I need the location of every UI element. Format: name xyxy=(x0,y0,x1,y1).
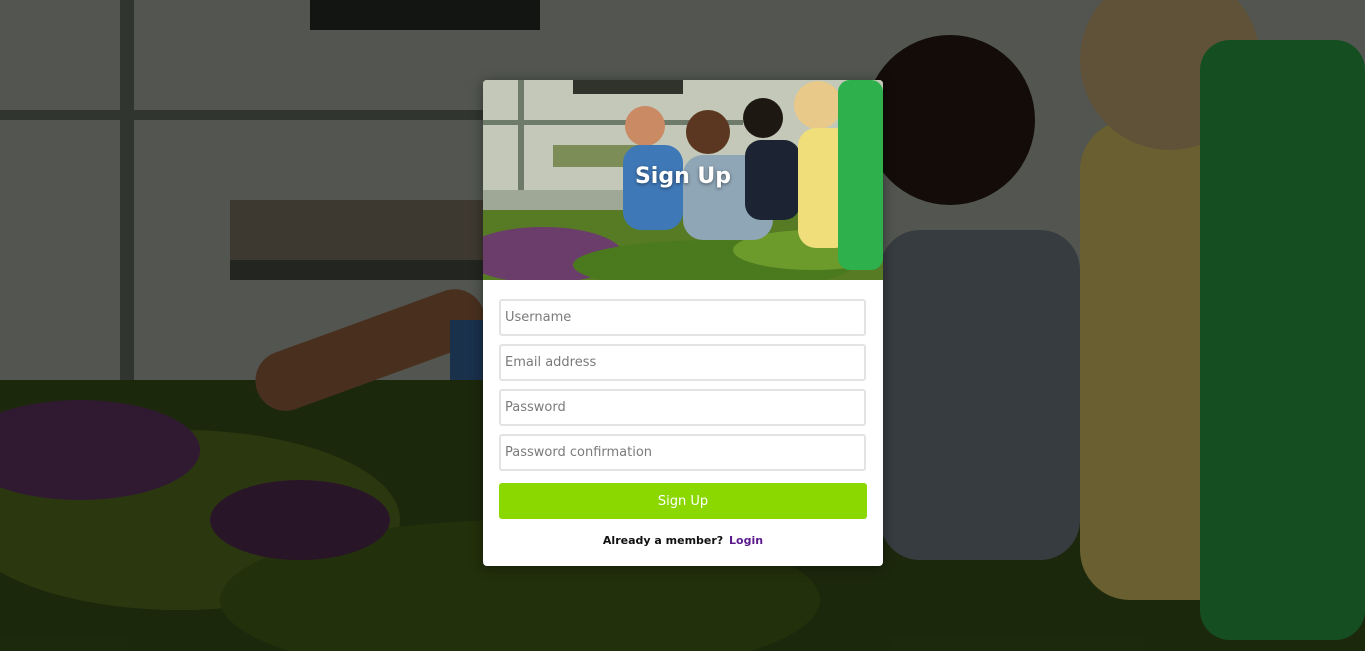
signup-card: Sign Up Sign Up Already a member? Login xyxy=(483,80,883,566)
page-title: Sign Up xyxy=(634,164,732,189)
signup-button[interactable]: Sign Up xyxy=(499,483,867,519)
card-header-image: Sign Up xyxy=(483,80,883,280)
password-confirmation-field[interactable] xyxy=(499,434,866,471)
signup-form: Sign Up xyxy=(499,299,867,519)
login-prompt-text: Already a member? xyxy=(602,534,724,547)
username-field[interactable] xyxy=(499,299,866,336)
password-field[interactable] xyxy=(499,389,866,426)
login-link[interactable]: Login xyxy=(729,534,763,547)
login-prompt: Already a member? Login xyxy=(483,534,883,547)
email-field[interactable] xyxy=(499,344,866,381)
